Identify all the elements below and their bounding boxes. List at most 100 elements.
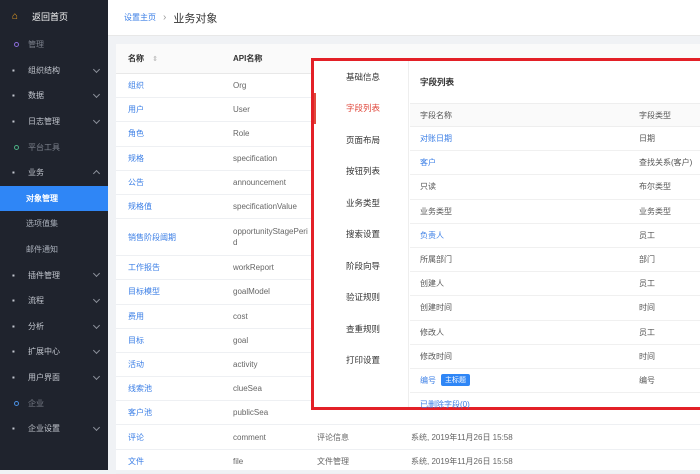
field-name-column: 字段名称 xyxy=(420,110,452,120)
object-updated: 系统, 2019年11月26日 15:58 xyxy=(411,432,513,442)
object-api-name: publicSea xyxy=(233,408,269,418)
field-type: 编号 xyxy=(639,375,655,385)
sidebar-item[interactable]: ▪ 数据 xyxy=(0,83,108,109)
field-name-link[interactable]: 编号 xyxy=(420,375,436,386)
sidebar-subitem[interactable]: 邮件通知 xyxy=(0,237,108,263)
object-name-link[interactable]: 活动 xyxy=(128,360,144,369)
sidebar-item[interactable]: ▪ 扩展中心 xyxy=(0,339,108,365)
field-table-body: 对账日期 日期 客户 查找关系(客户) 只读 布尔类型 业务类型 业务类型 负责人 员工 所属部门部… xyxy=(410,127,700,394)
sidebar-section-label: 平台工具 xyxy=(28,142,60,152)
object-description: 文件管理 xyxy=(317,456,349,466)
field-name-link[interactable]: 负责人 xyxy=(420,230,444,241)
object-api-name: clueSea xyxy=(233,384,262,394)
section-dot-icon xyxy=(14,144,19,150)
chevron-down-icon xyxy=(92,65,101,73)
object-name-link[interactable]: 工作报告 xyxy=(128,263,160,272)
sidebar-subitem[interactable]: 选项值集 xyxy=(0,211,108,237)
field-row: 创建时间 时间 xyxy=(410,296,700,321)
object-name-link[interactable]: 规格值 xyxy=(128,202,152,211)
field-name: 创建人 xyxy=(420,279,444,289)
object-api-name: Role xyxy=(233,129,250,139)
sidebar-item[interactable]: ▪ 业务 xyxy=(0,160,108,186)
chevron-down-icon xyxy=(92,423,101,431)
object-name-link[interactable]: 组织 xyxy=(128,81,144,90)
object-name-link[interactable]: 用户 xyxy=(128,105,144,114)
sidebar-item-label: 数据 xyxy=(28,91,44,101)
sidebar-subitem-label: 对象管理 xyxy=(26,193,58,203)
object-name-link[interactable]: 目标 xyxy=(128,336,144,345)
back-home-label: 返回首页 xyxy=(32,11,69,22)
sidebar-item[interactable]: ▪ 组织结构 xyxy=(0,58,108,84)
home-icon: ⌂ xyxy=(12,10,19,22)
deleted-fields-link[interactable]: 已删除字段(0) xyxy=(420,400,470,409)
object-name-link[interactable]: 角色 xyxy=(128,129,144,138)
object-name-link[interactable]: 公告 xyxy=(128,178,144,187)
settings-tab[interactable]: 页面布局 xyxy=(314,124,408,156)
field-type: 时间 xyxy=(639,351,655,361)
field-type: 员工 xyxy=(639,279,655,289)
sidebar-item-label: 日志管理 xyxy=(28,117,60,127)
sidebar-item-label: 业务 xyxy=(28,168,44,178)
object-api-name: workReport xyxy=(233,263,274,273)
page-header: 设置主页 › 业务对象 xyxy=(108,0,700,36)
sidebar-item[interactable]: ▪ 日志管理 xyxy=(0,109,108,135)
sidebar-subitem-label: 邮件通知 xyxy=(26,245,58,255)
settings-tab[interactable]: 打印设置 xyxy=(314,345,408,377)
sort-icon[interactable]: ⇕ xyxy=(152,56,158,63)
object-name-link[interactable]: 目标模型 xyxy=(128,287,160,296)
sidebar-item-label: 组织结构 xyxy=(28,65,60,75)
field-row: 创建人 员工 xyxy=(410,272,700,297)
chevron-down-icon xyxy=(92,295,101,303)
object-api-name: comment xyxy=(233,432,266,442)
sidebar-item[interactable]: ▪ 企业设置 xyxy=(0,416,108,442)
sidebar-item[interactable]: ▪ 分析 xyxy=(0,314,108,340)
field-name: 修改时间 xyxy=(420,351,452,361)
sidebar-item[interactable]: ▪ 流程 xyxy=(0,288,108,314)
settings-tab[interactable]: 按钮列表 xyxy=(314,156,408,188)
settings-tab[interactable]: 字段列表 xyxy=(314,92,408,124)
field-type: 部门 xyxy=(639,255,655,265)
sidebar-item[interactable]: ▪ 插件管理 xyxy=(0,262,108,288)
field-name: 所属部门 xyxy=(420,255,452,265)
sidebar-subitem[interactable]: 对象管理 xyxy=(0,185,108,212)
chevron-down-icon xyxy=(92,372,101,380)
field-name-link[interactable]: 客户 xyxy=(420,157,436,168)
object-name-link[interactable]: 规格 xyxy=(128,154,144,163)
settings-tab[interactable]: 搜索设置 xyxy=(314,219,408,251)
object-api-name: opportunityStagePeri d xyxy=(233,227,308,248)
object-api-name: goalModel xyxy=(233,287,270,297)
settings-tab[interactable]: 基础信息 xyxy=(314,61,408,93)
sidebar-item[interactable]: ▪ 用户界面 xyxy=(0,365,108,391)
field-row: 客户 查找关系(客户) xyxy=(410,151,700,176)
settings-tab[interactable]: 查重规则 xyxy=(314,313,408,345)
settings-tab[interactable]: 业务类型 xyxy=(314,187,408,219)
extension-icon: ▪ xyxy=(12,347,15,357)
object-name-link[interactable]: 线索池 xyxy=(128,384,152,393)
settings-tab[interactable]: 阶段向导 xyxy=(314,250,408,282)
column-name[interactable]: 名称 ⇕ xyxy=(116,53,225,64)
log-icon: ▪ xyxy=(12,117,15,127)
chevron-down-icon xyxy=(92,270,101,278)
object-name-link[interactable]: 费用 xyxy=(128,312,144,321)
sidebar-section-label: 管理 xyxy=(28,40,44,50)
field-type: 布尔类型 xyxy=(639,182,671,192)
field-name: 创建时间 xyxy=(420,303,452,313)
object-api-name: goal xyxy=(233,335,249,345)
object-api-name: User xyxy=(233,105,250,115)
field-name-link[interactable]: 对账日期 xyxy=(420,133,452,144)
breadcrumb-settings-home[interactable]: 设置主页 xyxy=(124,12,156,23)
object-name-link[interactable]: 销售阶段阈期 xyxy=(128,233,176,242)
object-api-name: specificationValue xyxy=(233,202,297,212)
object-name-link[interactable]: 评论 xyxy=(128,433,144,442)
object-name-link[interactable]: 客户池 xyxy=(128,408,152,417)
settings-tab[interactable]: 验证规则 xyxy=(314,282,408,314)
table-row: 文件 file 文件管理 系统, 2019年11月26日 15:58 xyxy=(116,450,700,474)
sidebar-section: 企业 xyxy=(0,390,108,416)
back-home-link[interactable]: ⌂ 返回首页 xyxy=(0,0,108,32)
sidebar-menu: 管理 ▪ 组织结构 ▪ 数据 ▪ 日志管理 平台工具 ▪ 业务 对象管理 选项值集 邮件通知 ▪ 插件管理 ▪… xyxy=(0,32,108,442)
field-list-section: 字段列表 字段名称 字段类型 对账日期 日期 客户 查找关系(客户) 只读 布尔类型 业务类… xyxy=(410,61,700,409)
object-name-link[interactable]: 文件 xyxy=(128,457,144,466)
column-api-name: API名称 xyxy=(233,54,263,63)
section-dot-icon xyxy=(14,400,19,406)
object-api-name: cost xyxy=(233,311,248,321)
